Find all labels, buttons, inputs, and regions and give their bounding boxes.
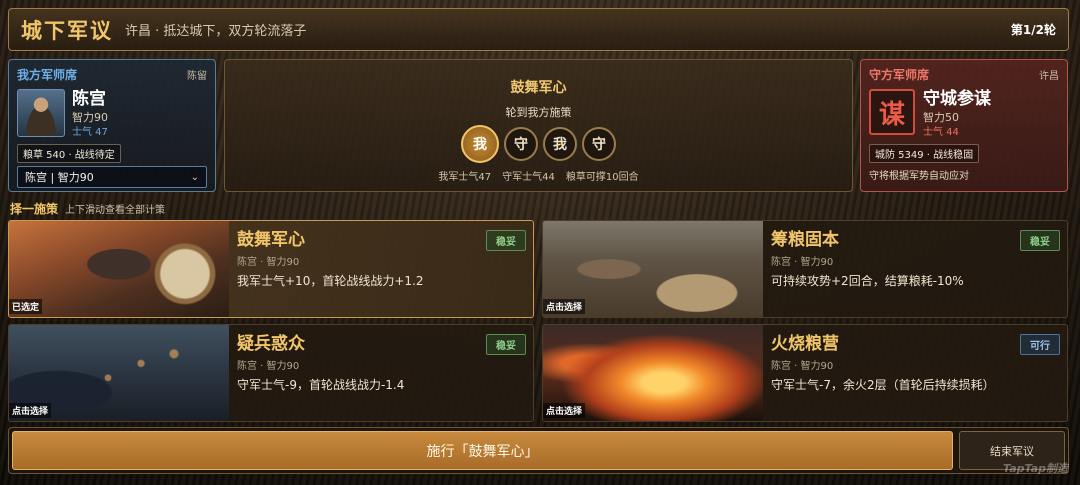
turn-token-row: 我 守 我 守 [225, 125, 852, 163]
war-drum-illustration: 已选定 [9, 221, 229, 317]
our-general-intellect: 智力90 [72, 111, 108, 124]
risk-badge: 可行 [1020, 334, 1060, 355]
enemy-advisor-panel: 守方军师席 许昌 谋 守城参谋 智力50 士气 44 城防 5349 · 战线稳… [860, 59, 1068, 192]
strategy-center-panel: 鼓舞军心 轮到我方施策 我 守 我 守 我军士气47 守军士气44 粮草可撑10… [224, 59, 853, 192]
turn-indicator: 轮到我方施策 [505, 106, 572, 119]
our-panel-title: 我方军师席 [17, 68, 78, 82]
title-bar: 城下军议 许昌 · 抵达城下，双方轮流落子 第1/2轮 [8, 8, 1069, 51]
page-title: 城下军议 [21, 18, 113, 43]
card-name: 鼓舞军心 [237, 230, 305, 250]
turn-token-enemy: 守 [504, 127, 538, 161]
turn-token-ours: 我 [543, 127, 577, 161]
section-title: 择一施策 [10, 202, 59, 216]
strategy-seal-icon: 谋 [869, 89, 915, 135]
battle-stats: 我军士气47 守军士气44 粮草可撑10回合 [225, 168, 852, 183]
our-resource-badge: 粮草 540 · 战线待定 [17, 144, 121, 163]
risk-badge: 稳妥 [486, 334, 526, 355]
turn-token-ours-active: 我 [461, 125, 499, 163]
card-name: 疑兵惑众 [237, 334, 305, 354]
our-morale-stat: 我军士气47 [438, 172, 492, 183]
enemy-resource-badge: 城防 5349 · 战线稳固 [869, 144, 980, 163]
current-strategy-title: 鼓舞军心 [510, 80, 567, 96]
round-indicator: 第1/2轮 [1010, 23, 1056, 37]
enemy-auto-note: 守将根据军势自动应对 [869, 171, 969, 182]
action-bar: 施行「鼓舞军心」 结束军议 [8, 427, 1069, 474]
our-city-label: 陈留 [187, 71, 207, 82]
enemy-general-intellect: 智力50 [923, 111, 959, 124]
advisor-select-value: 陈宫 | 智力90 [25, 171, 94, 184]
enemy-morale: 士气 44 [923, 127, 959, 138]
card-effect: 守军士气-7，余火2层（首轮后持续损耗） [771, 378, 995, 392]
card-source: 陈宫 · 智力90 [771, 361, 834, 372]
card-name: 火烧粮营 [771, 334, 839, 354]
strategy-section-header: 择一施策 上下滑动查看全部计策 [10, 200, 165, 217]
card-source: 陈宫 · 智力90 [237, 361, 300, 372]
card-effect: 我军士气+10，首轮战线战力+1.2 [237, 274, 424, 288]
execute-strategy-button[interactable]: 施行「鼓舞军心」 [12, 431, 953, 470]
card-select-tag: 点击选择 [9, 403, 52, 418]
risk-badge: 稳妥 [1020, 230, 1060, 251]
risk-badge: 稳妥 [486, 230, 526, 251]
strategy-card-rally[interactable]: 已选定 鼓舞军心 陈宫 · 智力90 我军士气+10，首轮战线战力+1.2 稳妥 [8, 220, 534, 318]
card-effect: 可持续攻势+2回合，结算粮耗-10% [771, 274, 964, 288]
supply-stat: 粮草可撑10回合 [565, 172, 639, 183]
card-source: 陈宫 · 智力90 [237, 257, 300, 268]
card-effect: 守军士气-9，首轮战线战力-1.4 [237, 378, 405, 392]
chevron-down-icon: ⌄ [190, 171, 199, 183]
taptap-watermark: TapTap制造 [1003, 462, 1068, 475]
advisor-select[interactable]: 陈宫 | 智力90 ⌄ [17, 166, 207, 188]
enemy-morale-stat: 守军士气44 [502, 172, 555, 183]
strategy-card-supply[interactable]: 点击选择 筹粮固本 陈宫 · 智力90 可持续攻势+2回合，结算粮耗-10% 稳… [542, 220, 1068, 318]
enemy-city-label: 许昌 [1039, 71, 1059, 82]
night-camp-illustration: 点击选择 [9, 325, 229, 421]
card-source: 陈宫 · 智力90 [771, 257, 834, 268]
our-advisor-panel: 我方军师席 陈留 陈宫 智力90 士气 47 粮草 540 · 战线待定 陈宫 … [8, 59, 216, 192]
page-subtitle: 许昌 · 抵达城下，双方轮流落子 [125, 24, 307, 39]
card-select-tag: 点击选择 [543, 403, 586, 418]
turn-token-enemy: 守 [582, 127, 616, 161]
card-name: 筹粮固本 [771, 230, 839, 250]
enemy-panel-title: 守方军师席 [869, 68, 930, 82]
strategy-card-burn-granary[interactable]: 点击选择 火烧粮营 陈宫 · 智力90 守军士气-7，余火2层（首轮后持续损耗）… [542, 324, 1068, 422]
our-morale: 士气 47 [72, 127, 108, 138]
enemy-general-name: 守城参谋 [923, 89, 991, 109]
our-general-name: 陈宫 [72, 89, 106, 109]
advisor-portrait-icon [17, 89, 65, 137]
card-selected-tag: 已选定 [9, 299, 43, 314]
strategy-card-decoy[interactable]: 点击选择 疑兵惑众 陈宫 · 智力90 守军士气-9，首轮战线战力-1.4 稳妥 [8, 324, 534, 422]
section-hint: 上下滑动查看全部计策 [65, 205, 166, 216]
fire-illustration: 点击选择 [543, 325, 763, 421]
card-select-tag: 点击选择 [543, 299, 586, 314]
grain-illustration: 点击选择 [543, 221, 763, 317]
